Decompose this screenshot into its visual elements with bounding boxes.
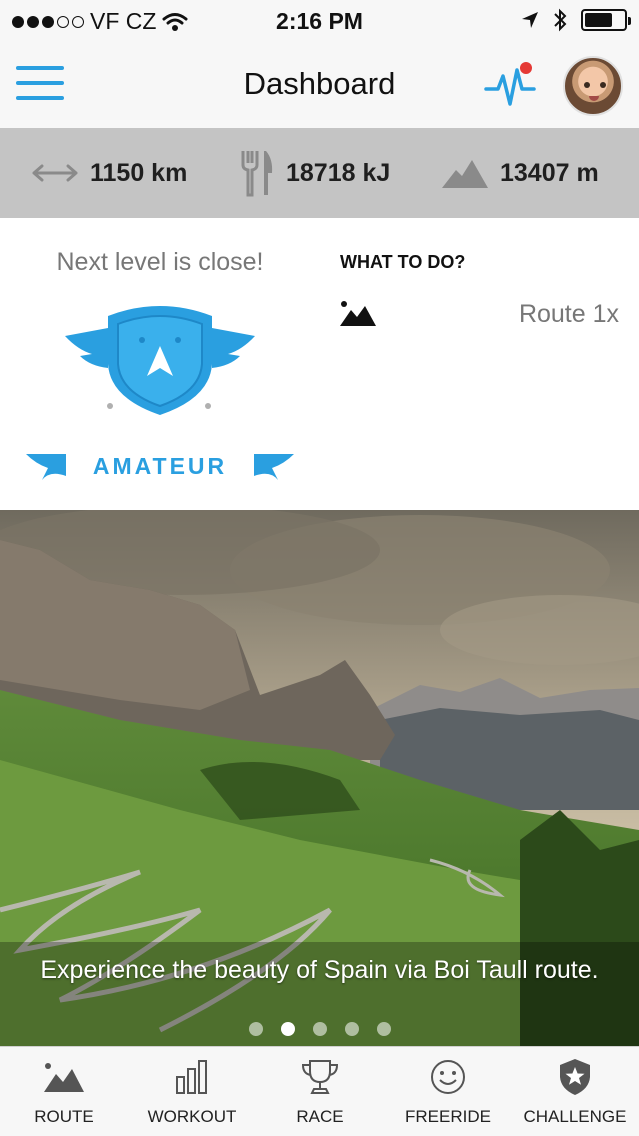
stats-bar: 1150 km 18718 kJ 13407 m — [0, 128, 639, 218]
tab-freeride[interactable]: FREERIDE — [384, 1047, 512, 1136]
tab-race[interactable]: RACE — [256, 1047, 384, 1136]
smiley-icon — [431, 1060, 465, 1094]
level-name: AMATEUR — [92, 453, 228, 479]
level-section: Next level is close! AMATEUR WHAT TO DO?… — [0, 218, 639, 510]
tab-challenge[interactable]: CHALLENGE — [511, 1047, 639, 1136]
tab-freeride-label: FREERIDE — [405, 1107, 491, 1126]
status-bar: VF CZ 2:16 PM — [0, 0, 639, 42]
pager-dot[interactable] — [376, 1022, 391, 1036]
battery-level — [585, 13, 612, 27]
page-title: Dashboard — [243, 66, 396, 101]
tab-challenge-label: CHALLENGE — [523, 1107, 627, 1126]
stat-elevation-value: 13407 m — [500, 158, 599, 187]
hero-carousel[interactable]: Experience the beauty of Spain via Boi T… — [0, 510, 639, 1046]
status-right — [521, 8, 631, 32]
level-badge-icon[interactable] — [50, 298, 270, 443]
tab-workout-label: WORKOUT — [147, 1107, 237, 1126]
level-name-ribbon: AMATEUR — [26, 450, 294, 486]
stat-energy: 18718 kJ — [240, 128, 390, 218]
avatar[interactable] — [563, 56, 623, 116]
notification-dot — [520, 62, 532, 74]
todo-item-route[interactable]: Route 1x — [519, 300, 619, 329]
todo-title: WHAT TO DO? — [340, 252, 466, 272]
pager-dot[interactable] — [344, 1022, 359, 1036]
route-mountain-icon — [340, 301, 376, 326]
battery-icon — [581, 9, 631, 31]
mountain-icon — [442, 160, 488, 188]
mountain-icon — [44, 1063, 84, 1092]
carousel-pager[interactable] — [0, 1022, 639, 1036]
location-arrow-icon — [522, 12, 538, 28]
bluetooth-icon — [554, 8, 567, 32]
distance-arrows-icon — [32, 164, 78, 182]
tab-route-label: ROUTE — [34, 1107, 94, 1126]
tab-route[interactable]: ROUTE — [0, 1047, 128, 1136]
nav-bar: Dashboard — [0, 42, 639, 128]
tab-bar: ROUTE WORKOUT RACE FREERIDE CHALLENGE — [0, 1046, 639, 1136]
tab-race-label: RACE — [296, 1107, 344, 1126]
fork-knife-icon — [241, 151, 273, 197]
pager-dot[interactable] — [312, 1022, 327, 1036]
stat-energy-value: 18718 kJ — [286, 158, 391, 187]
bar-chart-icon — [176, 1060, 207, 1094]
tab-workout[interactable]: WORKOUT — [128, 1047, 256, 1136]
pager-dot[interactable] — [280, 1022, 295, 1036]
shield-star-icon — [560, 1059, 590, 1095]
trophy-icon — [301, 1060, 339, 1094]
stat-distance: 1150 km — [32, 128, 187, 218]
hero-caption: Experience the beauty of Spain via Boi T… — [40, 956, 599, 984]
level-message: Next level is close! — [56, 248, 264, 276]
stat-distance-value: 1150 km — [90, 158, 188, 187]
pager-dot[interactable] — [248, 1022, 263, 1036]
stat-elevation: 13407 m — [442, 128, 599, 218]
